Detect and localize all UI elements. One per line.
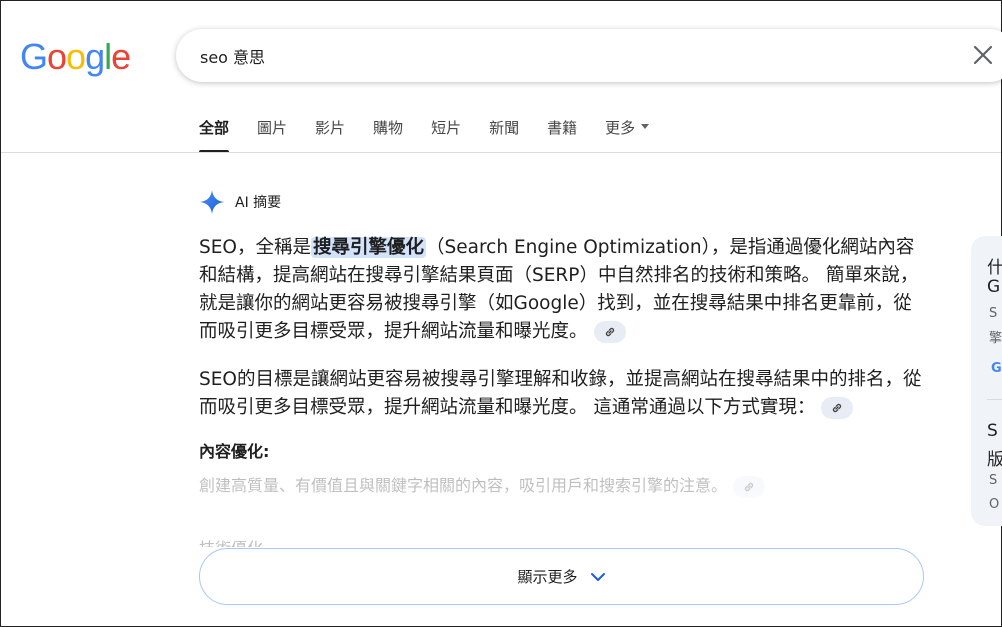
- source-card-title: G: [987, 277, 1001, 297]
- logo-letter: g: [85, 36, 105, 77]
- source-card-divider: [987, 399, 1002, 400]
- source-favicon-icon: G: [991, 361, 1002, 376]
- highlighted-term[interactable]: 搜尋引擎優化: [311, 237, 427, 258]
- header-divider: [1, 152, 1001, 153]
- tab-shopping[interactable]: 購物: [373, 117, 403, 153]
- clear-search-button[interactable]: [970, 42, 996, 68]
- ai-overview-title: AI 摘要: [235, 195, 282, 211]
- logo-letter: o: [66, 36, 86, 77]
- tab-label: 購物: [373, 119, 404, 137]
- tab-short-videos[interactable]: 短片: [431, 117, 461, 153]
- show-more-button[interactable]: 顯示更多: [199, 548, 924, 605]
- search-box: [176, 29, 1002, 82]
- para1-pre: SEO，全稱是: [199, 237, 311, 258]
- technical-optimization-heading: 技術優化: [199, 535, 263, 547]
- tab-label: 短片: [431, 119, 462, 137]
- chevron-down-icon: [590, 572, 605, 581]
- source-card-snippet: S: [989, 473, 998, 488]
- tab-label: 書籍: [547, 119, 578, 137]
- source-card-snippet: 擎: [989, 331, 1002, 346]
- link-icon: [605, 327, 614, 337]
- content-optimization-text: 創建高質量、有價值且與關鍵字相關的內容，吸引用戶和搜索引擎的注意。: [199, 474, 924, 498]
- tab-all[interactable]: 全部: [199, 117, 230, 153]
- sparkle-icon: [200, 190, 224, 214]
- tab-label: 全部: [199, 119, 230, 137]
- tab-label: 新聞: [489, 119, 520, 137]
- logo-letter: e: [111, 36, 131, 77]
- tab-label: 影片: [315, 119, 346, 137]
- ai-overview-content: SEO，全稱是 搜尋引擎優化 （Search Engine Optimization…: [199, 234, 924, 498]
- tab-news[interactable]: 新聞: [489, 117, 519, 153]
- tab-label: 更多: [605, 119, 636, 137]
- close-icon: [973, 45, 993, 65]
- tab-books[interactable]: 書籍: [547, 117, 577, 153]
- tab-label: 圖片: [257, 119, 288, 137]
- tab-more[interactable]: 更多: [605, 117, 650, 153]
- caret-down-icon: [641, 124, 650, 129]
- source-link-button[interactable]: [821, 397, 854, 419]
- source-link-button[interactable]: [593, 321, 626, 343]
- link-icon: [744, 482, 754, 491]
- content-optimization-heading: 內容優化:: [199, 442, 270, 461]
- show-more-label: 顯示更多: [517, 568, 578, 586]
- google-logo[interactable]: Google: [20, 36, 131, 77]
- tab-videos[interactable]: 影片: [315, 117, 345, 153]
- subtext: 創建高質量、有價值且與關鍵字相關的內容，吸引用戶和搜索引擎的注意。: [199, 476, 728, 495]
- source-card-snippet: O: [989, 497, 1000, 512]
- logo-letter: G: [20, 36, 48, 77]
- search-tabs: 全部 圖片 影片 購物 短片 新聞 書籍 更多: [199, 117, 677, 153]
- source-card-snippet: S: [989, 306, 998, 321]
- para2-text: SEO的目標是讓網站更容易被搜尋引擎理解和收錄，並提高網站在搜尋結果中的排名，從…: [199, 369, 922, 418]
- tab-images[interactable]: 圖片: [257, 117, 287, 153]
- ai-paragraph-2: SEO的目標是讓網站更容易被搜尋引擎理解和收錄，並提高網站在搜尋結果中的排名，從…: [199, 366, 924, 422]
- source-card-title: 什: [987, 258, 1002, 278]
- ai-paragraph-1: SEO，全稱是 搜尋引擎優化 （Search Engine Optimization…: [199, 234, 924, 346]
- search-input[interactable]: [200, 40, 900, 71]
- source-link-button[interactable]: [733, 475, 766, 498]
- link-icon: [833, 403, 842, 413]
- source-card-title: 版: [987, 450, 1002, 470]
- logo-letter: o: [47, 36, 67, 77]
- ai-overview-header: AI 摘要: [199, 189, 281, 215]
- logo-letter: l: [104, 36, 112, 77]
- source-card-title: S: [987, 421, 998, 441]
